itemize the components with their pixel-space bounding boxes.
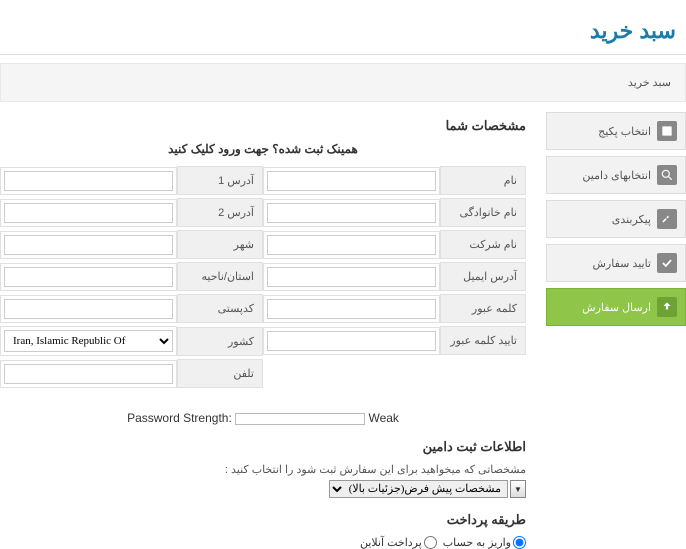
sidebar-item-domain[interactable]: انتخابهای دامین [546,156,686,194]
breadcrumb: سبد خرید [0,63,686,102]
sidebar: انتخاب پکیج انتخابهای دامین پیکربندی تای… [546,112,686,549]
domain-reg-title: اطلاعات ثبت دامین [0,439,526,455]
lastname-input[interactable] [267,203,436,223]
label-zip: کدپستی [177,294,263,323]
addr1-input[interactable] [4,171,173,191]
check-icon [657,253,677,273]
main: مشخصات شما همینک ثبت شده؟ جهت ورود کلیک … [0,112,536,549]
login-link[interactable]: همینک ثبت شده؟ جهت ورود کلیک کنید [0,142,526,156]
sidebar-item-config[interactable]: پیکربندی [546,200,686,238]
payment-title: طریقه پرداخت [0,512,526,528]
dropdown-button[interactable]: ▼ [510,480,526,498]
payment-options: واریز به حساب پرداخت آنلاین [0,536,526,549]
label-password: کلمه عبور [440,294,526,323]
sidebar-item-package[interactable]: انتخاب پکیج [546,112,686,150]
label-country: کشور [177,327,263,356]
sidebar-item-confirm[interactable]: تایید سفارش [546,244,686,282]
email-input[interactable] [267,267,436,287]
payment-option-online[interactable]: پرداخت آنلاین [360,536,437,549]
payment-label-bank: واریز به حساب [443,536,511,549]
search-icon [657,165,677,185]
payment-radio-online[interactable] [424,536,437,549]
wrench-icon [657,209,677,229]
addr2-input[interactable] [4,203,173,223]
label-phone: تلفن [177,359,263,388]
upload-icon [657,297,677,317]
sidebar-item-label: ارسال سفارش [582,301,651,314]
label-state: استان/ناحیه [177,262,263,291]
label-lastname: نام خانوادگی [440,198,526,227]
state-input[interactable] [4,267,173,287]
package-icon [657,121,677,141]
payment-radio-bank[interactable] [513,536,526,549]
sidebar-item-label: تایید سفارش [593,257,652,270]
sidebar-item-submit[interactable]: ارسال سفارش [546,288,686,326]
label-name: نام [440,166,526,195]
page-title: سبد خرید [0,0,686,55]
form-grid: نام نام خانوادگی نام شرکت آدرس ایمیل کلم… [0,166,526,391]
password-strength: Password Strength: Weak [0,411,526,425]
city-input[interactable] [4,235,173,255]
domain-profile-select[interactable]: مشخصات پیش فرض(جزئیات بالا) [329,480,508,498]
payment-label-online: پرداخت آنلاین [360,536,422,549]
section-details-title: مشخصات شما [0,118,526,134]
name-input[interactable] [267,171,436,191]
label-password-confirm: تایید کلمه عبور [440,326,526,355]
sidebar-item-label: پیکربندی [612,213,651,226]
label-addr2: آدرس 2 [177,198,263,227]
payment-option-bank[interactable]: واریز به حساب [443,536,526,549]
pw-strength-bar [235,413,365,425]
label-city: شهر [177,230,263,259]
domain-reg-desc: مشخصاتی که میخواهید برای این سفارش ثبت ش… [0,463,526,476]
sidebar-item-label: انتخاب پکیج [598,125,651,138]
label-company: نام شرکت [440,230,526,259]
zip-input[interactable] [4,299,173,319]
country-select[interactable]: Iran, Islamic Republic Of [4,330,173,352]
label-email: آدرس ایمیل [440,262,526,291]
label-addr1: آدرس 1 [177,166,263,195]
pw-strength-value: Weak [368,411,398,425]
phone-input[interactable] [4,364,173,384]
password-input[interactable] [267,299,436,319]
password-confirm-input[interactable] [267,331,436,351]
sidebar-item-label: انتخابهای دامین [582,169,651,182]
pw-strength-label: Password Strength: [127,411,232,425]
company-input[interactable] [267,235,436,255]
